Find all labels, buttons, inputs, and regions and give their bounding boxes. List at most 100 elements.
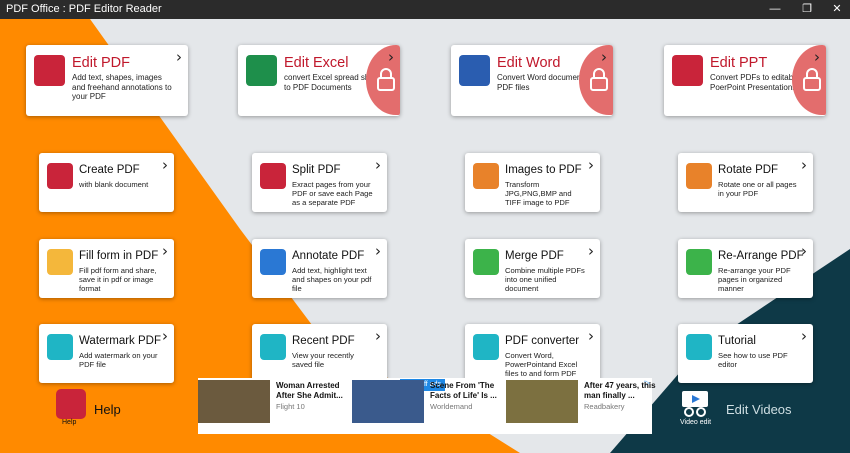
rotate-pdf-card[interactable]: Rotate PDF Rotate one or all pages in you…: [678, 153, 813, 212]
title-bar: PDF Office : PDF Editor Reader — ❐ ✕: [0, 0, 850, 19]
card-title: Rotate PDF: [718, 164, 779, 176]
ad-item[interactable]: Scene From 'The Facts of Life' Is ... Wor…: [352, 380, 506, 434]
card-title: Edit PPT: [710, 55, 768, 71]
card-description: Fill pdf form and share, save it in pdf …: [79, 266, 157, 293]
card-description: Exract pages from your PDF or save each …: [292, 180, 373, 207]
card-description: Combine multiple PDFs into one unified d…: [505, 266, 585, 293]
split-pdf-icon: [260, 163, 286, 189]
ad-thumbnail[interactable]: [506, 380, 578, 423]
annotate-pdf-card[interactable]: Annotate PDF Add text, highlight text and…: [252, 239, 387, 298]
ppt-icon: [672, 55, 703, 86]
card-description: Re-arrange your PDF pages in organized m…: [718, 266, 791, 293]
rotate-pdf-icon: [686, 163, 712, 189]
excel-icon: [246, 55, 277, 86]
card-title: Split PDF: [292, 164, 341, 176]
recent-pdf-card[interactable]: Recent PDF View your recently saved file ›: [252, 324, 387, 383]
card-title: Annotate PDF: [292, 250, 365, 262]
card-description: See how to use PDF editor: [718, 351, 788, 369]
ad-source: Readbakery: [584, 402, 625, 411]
merge-icon: [473, 249, 499, 275]
ad-headline[interactable]: Woman Arrested After She Admit...: [276, 381, 352, 401]
chevron-right-icon: ›: [375, 327, 381, 345]
annotate-icon: [260, 249, 286, 275]
images-to-pdf-card[interactable]: Images to PDF Transform JPG,PNG,BMP and T…: [465, 153, 600, 212]
chevron-right-icon: ›: [814, 48, 820, 66]
chevron-right-icon: ›: [162, 327, 168, 345]
video-edit-small-label: Video edit: [680, 419, 712, 426]
fill-form-in-pdf-card[interactable]: Fill form in PDF Fill pdf form and share,…: [39, 239, 174, 298]
create-pdf-card[interactable]: Create PDF with blank document ›: [39, 153, 174, 212]
merge-pdf-card[interactable]: Merge PDF Combine multiple PDFs into one …: [465, 239, 600, 298]
ad-item[interactable]: Woman Arrested After She Admit... Flight …: [198, 380, 352, 434]
help-icon[interactable]: [56, 389, 86, 419]
edit-pdf-card[interactable]: Edit PDF Add text, shapes, images and fre…: [26, 45, 188, 116]
card-description: Add text, highlight text and shapes on y…: [292, 266, 372, 293]
chevron-right-icon: ›: [801, 327, 807, 345]
tutorial-card[interactable]: Tutorial See how to use PDF editor ›: [678, 324, 813, 383]
ad-source: Flight 10: [276, 402, 305, 411]
chevron-right-icon: ›: [375, 242, 381, 260]
minimize-button[interactable]: —: [758, 0, 792, 19]
ad-thumbnail[interactable]: [198, 380, 270, 423]
card-description: with blank document: [79, 180, 149, 189]
card-title: PDF converter: [505, 335, 580, 347]
converter-icon: [473, 334, 499, 360]
chevron-right-icon: ›: [588, 327, 594, 345]
watermark-icon: [47, 334, 73, 360]
lock-icon: [579, 45, 613, 115]
chevron-right-icon: ›: [801, 156, 807, 174]
card-description: Add text, shapes, images and freehand an…: [72, 73, 172, 101]
help-label[interactable]: Help: [94, 402, 121, 417]
card-title: Recent PDF: [292, 335, 355, 347]
chevron-right-icon: ›: [176, 48, 182, 66]
card-title: Fill form in PDF: [79, 250, 159, 262]
folder-icon: [260, 334, 286, 360]
card-title: Create PDF: [79, 164, 140, 176]
ad-headline[interactable]: Scene From 'The Facts of Life' Is ...: [430, 381, 506, 401]
card-title: Edit Word: [497, 55, 561, 71]
card-title: Images to PDF: [505, 164, 582, 176]
chevron-right-icon: ›: [601, 48, 607, 66]
card-description: Rotate one or all pages in your PDF: [718, 180, 797, 198]
word-icon: [459, 55, 490, 86]
video-edit-label[interactable]: Edit Videos: [726, 402, 792, 417]
ad-source: Worldemand: [430, 402, 473, 411]
chevron-right-icon: ›: [162, 242, 168, 260]
tutorial-icon: [686, 334, 712, 360]
maximize-button[interactable]: ❐: [790, 0, 824, 19]
chevron-right-icon: ›: [588, 156, 594, 174]
ad-headline[interactable]: After 47 years, this man finally ...: [584, 381, 660, 401]
help-small-label: Help: [62, 419, 77, 426]
chevron-right-icon: ›: [588, 242, 594, 260]
card-title: Edit Excel: [284, 55, 349, 71]
edit-pdf-icon: [34, 55, 65, 86]
fill-form-icon: [47, 249, 73, 275]
card-description: Add watermark on your PDF file: [79, 351, 158, 369]
close-button[interactable]: ✕: [820, 0, 850, 19]
re-arrange-pdf-card[interactable]: Re-Arrange PDF Re-arrange your PDF pages …: [678, 239, 813, 298]
ad-banner[interactable]: Turn off ads ▷ Woman Arrested After She …: [198, 378, 656, 434]
card-title: Merge PDF: [505, 250, 564, 262]
edit-word-card[interactable]: Edit Word Convert Word documents to PDF f…: [451, 45, 613, 116]
chevron-right-icon: ›: [801, 242, 807, 260]
chevron-right-icon: ›: [375, 156, 381, 174]
ad-item[interactable]: After 47 years, this man finally ... Read…: [506, 380, 660, 434]
card-description: Transform JPG,PNG,BMP and TIFF image to …: [505, 180, 572, 207]
lock-icon: [366, 45, 400, 115]
pdf-converter-card[interactable]: PDF converter Convert Word, PowerPointand…: [465, 324, 600, 383]
split-pdf-card[interactable]: Split PDF Exract pages from your PDF or s…: [252, 153, 387, 212]
edit-excel-card[interactable]: Edit Excel convert Excel spread sheet to …: [238, 45, 400, 116]
chevron-right-icon: ›: [162, 156, 168, 174]
card-description: View your recently saved file: [292, 351, 354, 369]
video-edit-icon[interactable]: [680, 389, 710, 417]
edit-ppt-card[interactable]: Edit PPT Convert PDFs to editable PoerPoi…: [664, 45, 826, 116]
card-title: Re-Arrange PDF: [718, 250, 804, 262]
lock-icon: [792, 45, 826, 115]
images-to-pdf-icon: [473, 163, 499, 189]
chevron-right-icon: ›: [388, 48, 394, 66]
card-title: Tutorial: [718, 335, 756, 347]
watermark-pdf-card[interactable]: Watermark PDF Add watermark on your PDF f…: [39, 324, 174, 383]
ad-thumbnail[interactable]: [352, 380, 424, 423]
card-title: Watermark PDF: [79, 335, 161, 347]
rearrange-icon: [686, 249, 712, 275]
